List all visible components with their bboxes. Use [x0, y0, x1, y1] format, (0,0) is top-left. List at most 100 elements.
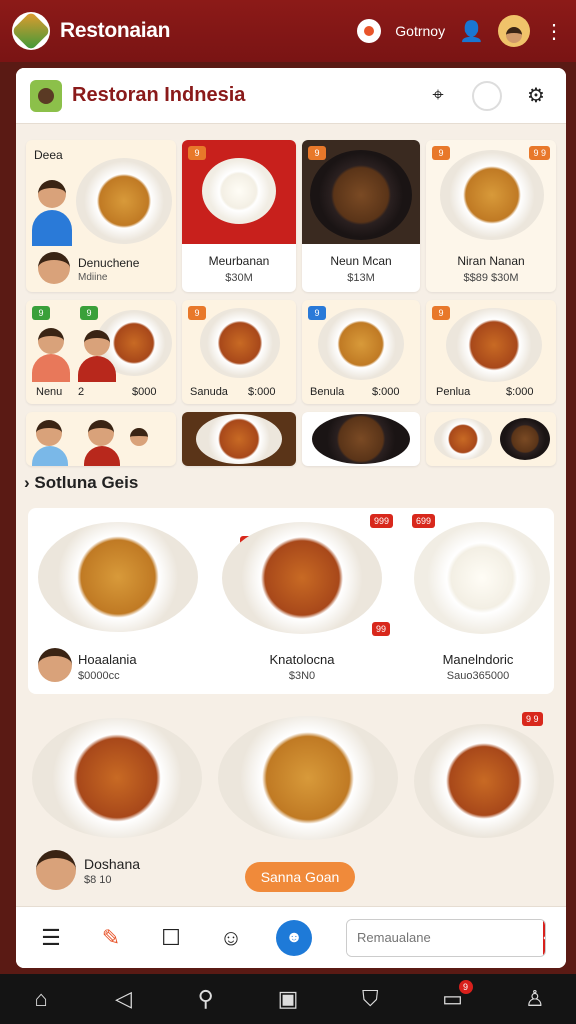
person-avatar [38, 180, 66, 208]
dish-image [318, 308, 404, 380]
noodle-dish-image [440, 150, 544, 240]
home-icon[interactable]: ⌂ [25, 986, 57, 1012]
item-badge: 9 [432, 146, 450, 160]
tile-sub: $:000 [248, 386, 276, 398]
featured-label: Manelndoric [442, 652, 514, 667]
menu-tile[interactable]: 9 Meurbanan $30M [182, 140, 296, 292]
featured-dish-image[interactable] [414, 522, 550, 634]
featured-dish-image[interactable] [222, 522, 382, 634]
system-nav-bar: ⌂ ◁ ⚲ ▣ ⛉ ▭ 9 ♙ [0, 974, 576, 1024]
featured-sub: Sauo365000 [446, 670, 510, 682]
item-badge: 9 9 [529, 146, 550, 160]
tag-icon[interactable]: ✎ [96, 925, 126, 951]
item-badge: 9 [308, 146, 326, 160]
dish-image [446, 308, 542, 382]
tile-sub: $:000 [372, 386, 400, 398]
menu-icon[interactable]: ☰ [36, 925, 66, 951]
item-badge: 999 [370, 514, 394, 528]
avatar [38, 252, 70, 284]
dish-image[interactable] [414, 724, 554, 838]
search-box: ‹ [346, 918, 546, 957]
item-label: Doshana [84, 856, 141, 872]
dish-image[interactable] [218, 716, 398, 840]
featured-sub: $0000cc [78, 670, 120, 682]
tile-label: Denuchene [78, 256, 140, 270]
menu-tile[interactable]: 9 9 9 Niran Nanan $$89 $30M [426, 140, 556, 292]
featured-label: Hoaalania [78, 652, 137, 667]
menu-tile[interactable]: 9 Penlua $:000 [426, 300, 556, 404]
app-logo[interactable] [11, 11, 51, 51]
avatar[interactable] [498, 15, 530, 47]
item-sub: $8 10 [84, 874, 112, 886]
location-label[interactable]: Gotrnoy [395, 23, 445, 39]
item-badge: 99 [372, 622, 391, 636]
location-icon[interactable] [357, 19, 382, 43]
dish-image [196, 414, 282, 464]
avatar [36, 850, 76, 890]
dish-image [500, 418, 550, 460]
app-top-bar: Restonaian Gotrnoy 👤 ⋮ [0, 0, 576, 62]
dish-image[interactable] [32, 718, 202, 838]
menu-tile[interactable] [26, 412, 176, 466]
tile-sub: $13M [347, 272, 375, 284]
wok-dish-image [310, 150, 412, 240]
menu-tile[interactable]: 9 Neun Mcan $13M [302, 140, 420, 292]
section-title: › Sotluna Geis [24, 473, 139, 492]
face-icon[interactable]: ☐ [156, 925, 186, 951]
menu-tile[interactable]: Deea Denuchene Mdiine [26, 140, 176, 292]
account-icon[interactable]: ♙ [519, 986, 551, 1012]
gallery-icon[interactable]: ▣ [272, 986, 304, 1012]
item-badge: 9 [188, 306, 206, 320]
item-badge: 9 9 [522, 712, 543, 726]
featured-panel: Hoaalania $0000cc 9 999 699 99 Knatolocn… [28, 508, 554, 694]
dish-image [312, 414, 410, 464]
tile-sub: $:000 [506, 386, 534, 398]
item-badge: 9 [188, 146, 206, 160]
app-title: Restonaian [60, 19, 171, 42]
notification-badge: 9 [458, 980, 473, 994]
location-pin-icon[interactable]: ⌖ [422, 80, 454, 112]
person-avatar [84, 330, 110, 356]
notification-icon[interactable]: ▭ 9 [437, 980, 473, 1012]
restaurant-logo [30, 79, 62, 112]
dish-image [200, 308, 280, 378]
search-icon[interactable]: ⚲ [190, 986, 222, 1012]
menu-tile[interactable] [302, 412, 420, 466]
dish-image [434, 418, 492, 460]
item-badge: 9 [80, 306, 98, 320]
avatar [38, 648, 72, 682]
back-icon[interactable]: ‹ [543, 919, 545, 956]
featured-dish-image[interactable] [38, 522, 198, 632]
search-input[interactable] [347, 919, 543, 956]
chat-icon[interactable]: ☻ [276, 919, 312, 956]
person-avatar [36, 420, 62, 446]
tile-sub: $30M [225, 272, 253, 284]
item-badge: 9 [32, 306, 50, 320]
menu-tile[interactable] [426, 412, 556, 466]
person-avatar [88, 420, 114, 446]
tile-label: Nenu [36, 386, 63, 398]
tile-label: Neun Mcan [330, 254, 392, 268]
menu-tile[interactable]: 9 Sanuda $:000 [182, 300, 296, 404]
settings-icon[interactable]: ⚙ [520, 80, 552, 112]
cta-button[interactable]: Sanna Goan [245, 862, 355, 892]
menu-tile[interactable]: 9 9 Nenu 2 $000 [26, 300, 176, 404]
menu-tile[interactable]: 9 Benula $:000 [302, 300, 420, 404]
item-badge: 699 [412, 514, 436, 528]
tile-label: Sanuda [190, 386, 228, 398]
menu-tile[interactable] [182, 412, 296, 466]
person-avatar [38, 328, 64, 354]
profile-icon[interactable]: ⛉ [354, 986, 386, 1012]
noodle-dish-image [76, 158, 172, 244]
tile-label: Meurbanan [208, 254, 270, 268]
tile-sub: Mdiine [78, 272, 108, 283]
back-icon[interactable]: ◁ [107, 986, 139, 1012]
emoji-icon[interactable]: ☺ [216, 925, 246, 951]
status-toggle[interactable] [472, 80, 502, 111]
user-icon[interactable]: 👤 [459, 19, 484, 44]
more-options-icon[interactable]: ⋮ [544, 19, 564, 44]
card-header: Restoran Indnesia ⌖ ⚙ [16, 68, 566, 124]
item-badge: 9 [432, 306, 450, 320]
tile-number: 2 [78, 386, 85, 398]
page-title: Restoran Indnesia [72, 84, 246, 106]
